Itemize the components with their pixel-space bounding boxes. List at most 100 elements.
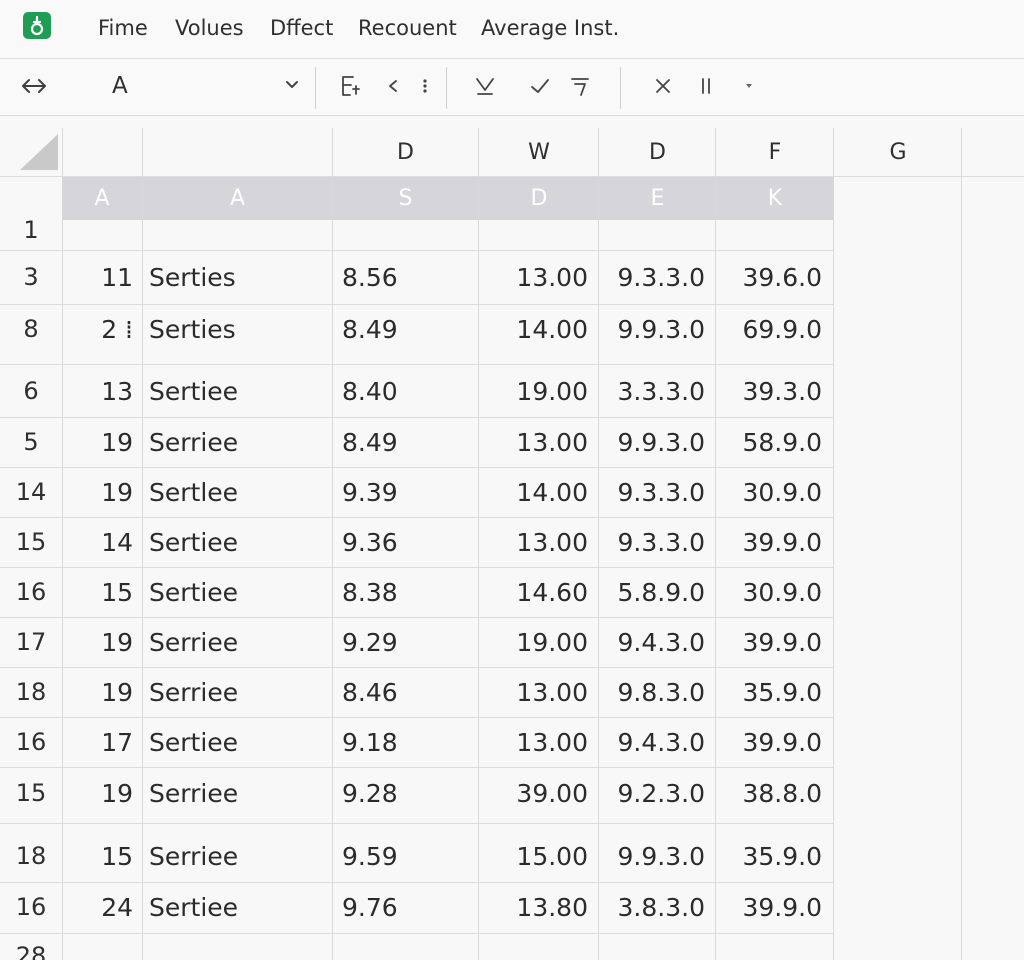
cell-f[interactable]: 39.9.0 [719, 728, 822, 757]
cell-a[interactable]: 19 [70, 678, 133, 707]
cell-e[interactable]: 3.8.3.0 [602, 893, 705, 922]
cell-c[interactable]: 9.39 [342, 478, 472, 507]
cell-f[interactable]: 69.9.0 [719, 315, 822, 344]
cell-f[interactable]: 39.9.0 [719, 628, 822, 657]
cell-b[interactable]: Serriee [149, 678, 329, 707]
row-number[interactable]: 14 [0, 478, 62, 506]
row-number[interactable]: 6 [0, 377, 62, 405]
cell-e[interactable]: 9.2.3.0 [602, 779, 705, 808]
cell-a[interactable]: 13 [70, 377, 133, 406]
cell-e[interactable]: 9.4.3.0 [602, 628, 705, 657]
cell-c[interactable]: 8.40 [342, 377, 472, 406]
cell-b[interactable]: Serriee [149, 628, 329, 657]
cell-f[interactable]: 39.9.0 [719, 893, 822, 922]
cell-b[interactable]: Serriee [149, 428, 329, 457]
cell-b[interactable]: Sertiee [149, 377, 329, 406]
name-box[interactable]: A [100, 67, 308, 105]
cell-d[interactable]: 13.00 [484, 528, 588, 557]
cell-d[interactable]: 14.00 [484, 315, 588, 344]
cell-c[interactable]: 9.28 [342, 779, 472, 808]
cell-c[interactable]: 9.29 [342, 628, 472, 657]
cell-b[interactable]: Serties [149, 315, 329, 344]
column-header-d2[interactable]: D [599, 128, 716, 176]
row-number[interactable]: 16 [0, 893, 62, 921]
cell-d[interactable]: 39.00 [484, 779, 588, 808]
cell-d[interactable]: 13.00 [484, 678, 588, 707]
filter-icon[interactable] [566, 71, 594, 101]
cell-a[interactable]: 24 [70, 893, 133, 922]
chevron-down-icon[interactable] [284, 79, 300, 91]
row-number[interactable]: 5 [0, 428, 62, 456]
spreadsheet-app-icon[interactable] [21, 12, 53, 40]
cell-d[interactable]: 13.00 [484, 728, 588, 757]
cell-a[interactable]: 19 [70, 478, 133, 507]
cell-c[interactable]: 8.56 [342, 263, 472, 292]
cell-b[interactable]: Serriee [149, 842, 329, 871]
cell-d[interactable]: 15.00 [484, 842, 588, 871]
column-header-f[interactable]: F [716, 128, 834, 176]
row-number[interactable]: 15 [0, 779, 62, 807]
cell-e[interactable]: 9.8.3.0 [602, 678, 705, 707]
cell-a[interactable]: 17 [70, 728, 133, 757]
cell-c[interactable]: 8.46 [342, 678, 472, 707]
row-number[interactable]: 16 [0, 728, 62, 756]
row-number[interactable]: 28 [0, 942, 62, 960]
column-header-w[interactable]: W [479, 128, 599, 176]
cell-e[interactable]: 9.3.3.0 [602, 528, 705, 557]
cell-f[interactable]: 35.9.0 [719, 678, 822, 707]
cell-a[interactable]: 15 [70, 578, 133, 607]
caret-down-icon[interactable] [740, 71, 758, 101]
cell-c[interactable]: 8.38 [342, 578, 472, 607]
cell-c[interactable]: 9.36 [342, 528, 472, 557]
cell-d[interactable]: 14.00 [484, 478, 588, 507]
menu-item-average-inst[interactable]: Average Inst. [481, 14, 619, 42]
row-number[interactable]: 18 [0, 842, 62, 870]
cell-e[interactable]: 9.3.3.0 [602, 478, 705, 507]
row-number[interactable]: 15 [0, 528, 62, 556]
menu-item-fime[interactable]: Fime [98, 14, 148, 42]
cell-e[interactable]: 9.3.3.0 [602, 263, 705, 292]
chevron-left-icon[interactable] [382, 71, 404, 101]
table-header-a[interactable]: A [62, 177, 142, 220]
format-icon[interactable] [336, 71, 364, 101]
cell-d[interactable]: 19.00 [484, 628, 588, 657]
cell-f[interactable]: 39.3.0 [719, 377, 822, 406]
cell-e[interactable]: 9.9.3.0 [602, 315, 705, 344]
cell-e[interactable]: 5.8.9.0 [602, 578, 705, 607]
cell-b[interactable]: Serties [149, 263, 329, 292]
cell-d[interactable]: 14.60 [484, 578, 588, 607]
back-arrow-icon[interactable] [18, 71, 50, 101]
select-all-corner[interactable] [20, 134, 58, 170]
column-header-g[interactable]: G [834, 128, 962, 176]
cell-a[interactable]: 19 [70, 428, 133, 457]
row-number[interactable]: 3 [0, 263, 62, 291]
cell-a[interactable]: 19 [70, 779, 133, 808]
more-vertical-icon[interactable] [416, 71, 434, 101]
table-header-k[interactable]: K [716, 177, 834, 220]
menu-item-dffect[interactable]: Dffect [270, 14, 333, 42]
table-header-a2[interactable]: A [143, 177, 332, 220]
table-header-d[interactable]: D [479, 177, 599, 220]
cell-b[interactable]: Sertiee [149, 728, 329, 757]
cell-f[interactable]: 39.9.0 [719, 528, 822, 557]
cell-c[interactable]: 9.18 [342, 728, 472, 757]
cell-c[interactable]: 8.49 [342, 428, 472, 457]
cell-b[interactable]: Sertiee [149, 528, 329, 557]
cell-d[interactable]: 13.00 [484, 263, 588, 292]
cell-f[interactable]: 35.9.0 [719, 842, 822, 871]
table-header-s[interactable]: S [333, 177, 478, 220]
cell-d[interactable]: 19.00 [484, 377, 588, 406]
cell-a[interactable]: 11 [70, 263, 133, 292]
table-header-e[interactable]: E [599, 177, 716, 220]
cell-b[interactable]: Sertlee [149, 478, 329, 507]
menu-item-recouent[interactable]: Recouent [358, 14, 457, 42]
merge-down-icon[interactable] [470, 71, 500, 101]
cell-e[interactable]: 9.4.3.0 [602, 728, 705, 757]
cell-d[interactable]: 13.00 [484, 428, 588, 457]
row-number[interactable]: 17 [0, 628, 62, 656]
cell-f[interactable]: 58.9.0 [719, 428, 822, 457]
cell-c[interactable]: 9.59 [342, 842, 472, 871]
cell-c[interactable]: 8.49 [342, 315, 472, 344]
cell-f[interactable]: 39.6.0 [719, 263, 822, 292]
row-number[interactable]: 16 [0, 578, 62, 606]
